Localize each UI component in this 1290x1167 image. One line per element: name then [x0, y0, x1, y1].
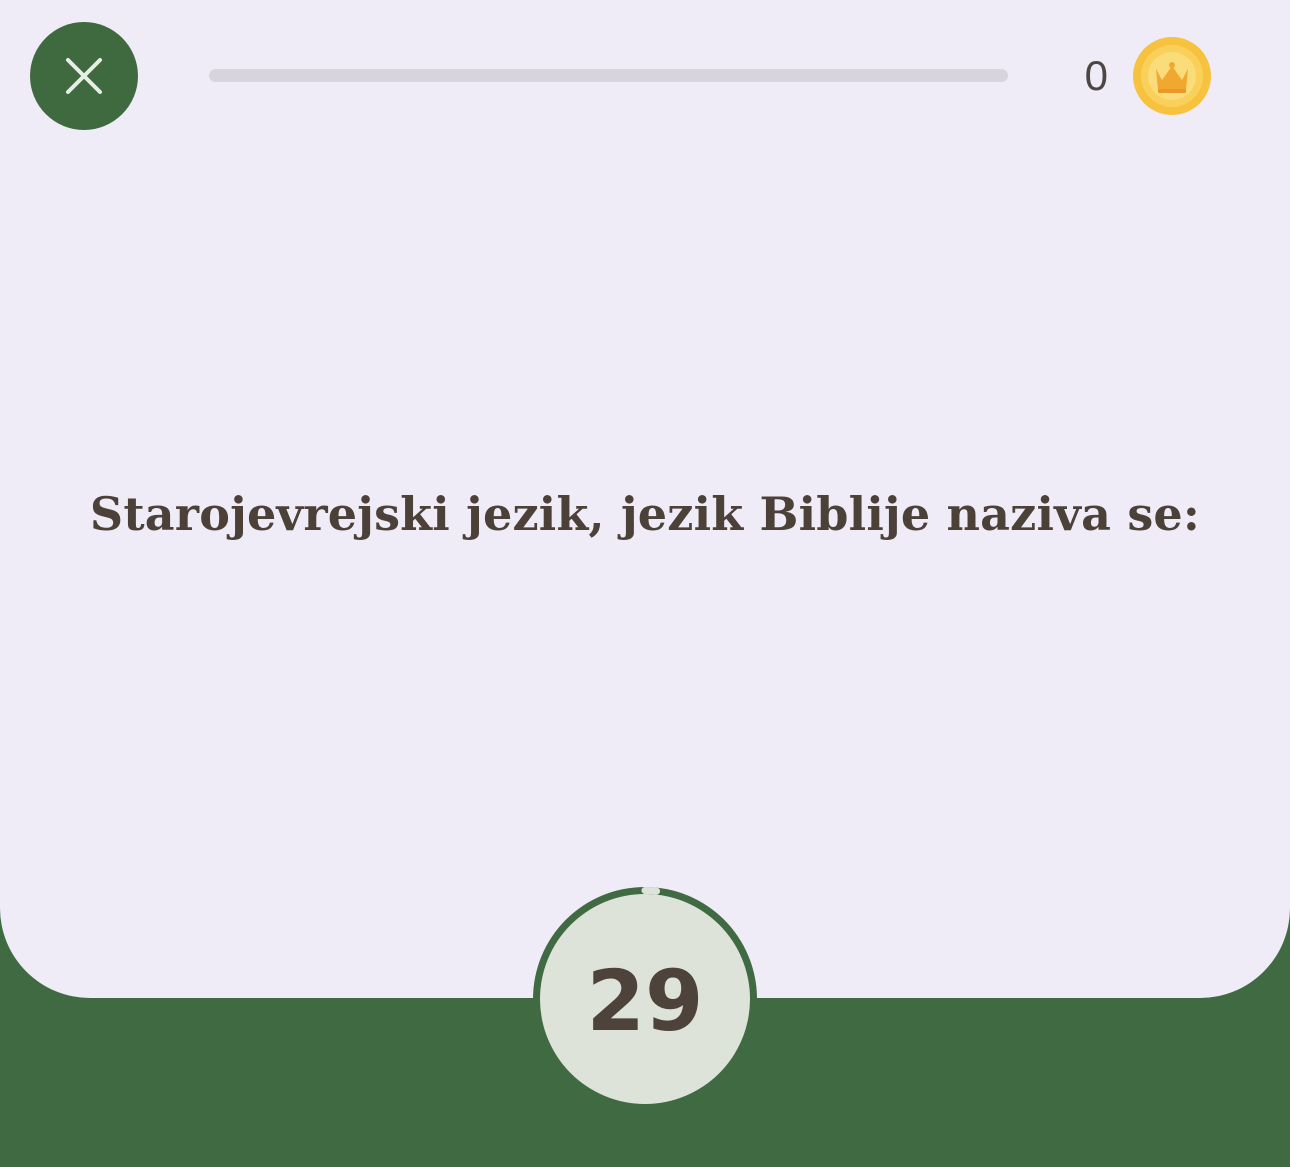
score-value: 0	[1084, 52, 1108, 99]
score-display: 0	[1080, 34, 1212, 118]
question-text: Starojevrejski jezik, jezik Biblije nazi…	[89, 487, 1201, 541]
quiz-screen: 0 Starojevrejski jezik, jezik Biblije na…	[0, 0, 1290, 1167]
timer-value: 29	[586, 952, 704, 1050]
close-button[interactable]	[30, 22, 138, 130]
countdown-timer: 29	[531, 885, 759, 1113]
question-card: 0 Starojevrejski jezik, jezik Biblije na…	[0, 0, 1290, 998]
close-icon	[66, 58, 102, 94]
quiz-progress-bar	[209, 69, 1008, 82]
crown-coin-icon	[1133, 37, 1211, 115]
